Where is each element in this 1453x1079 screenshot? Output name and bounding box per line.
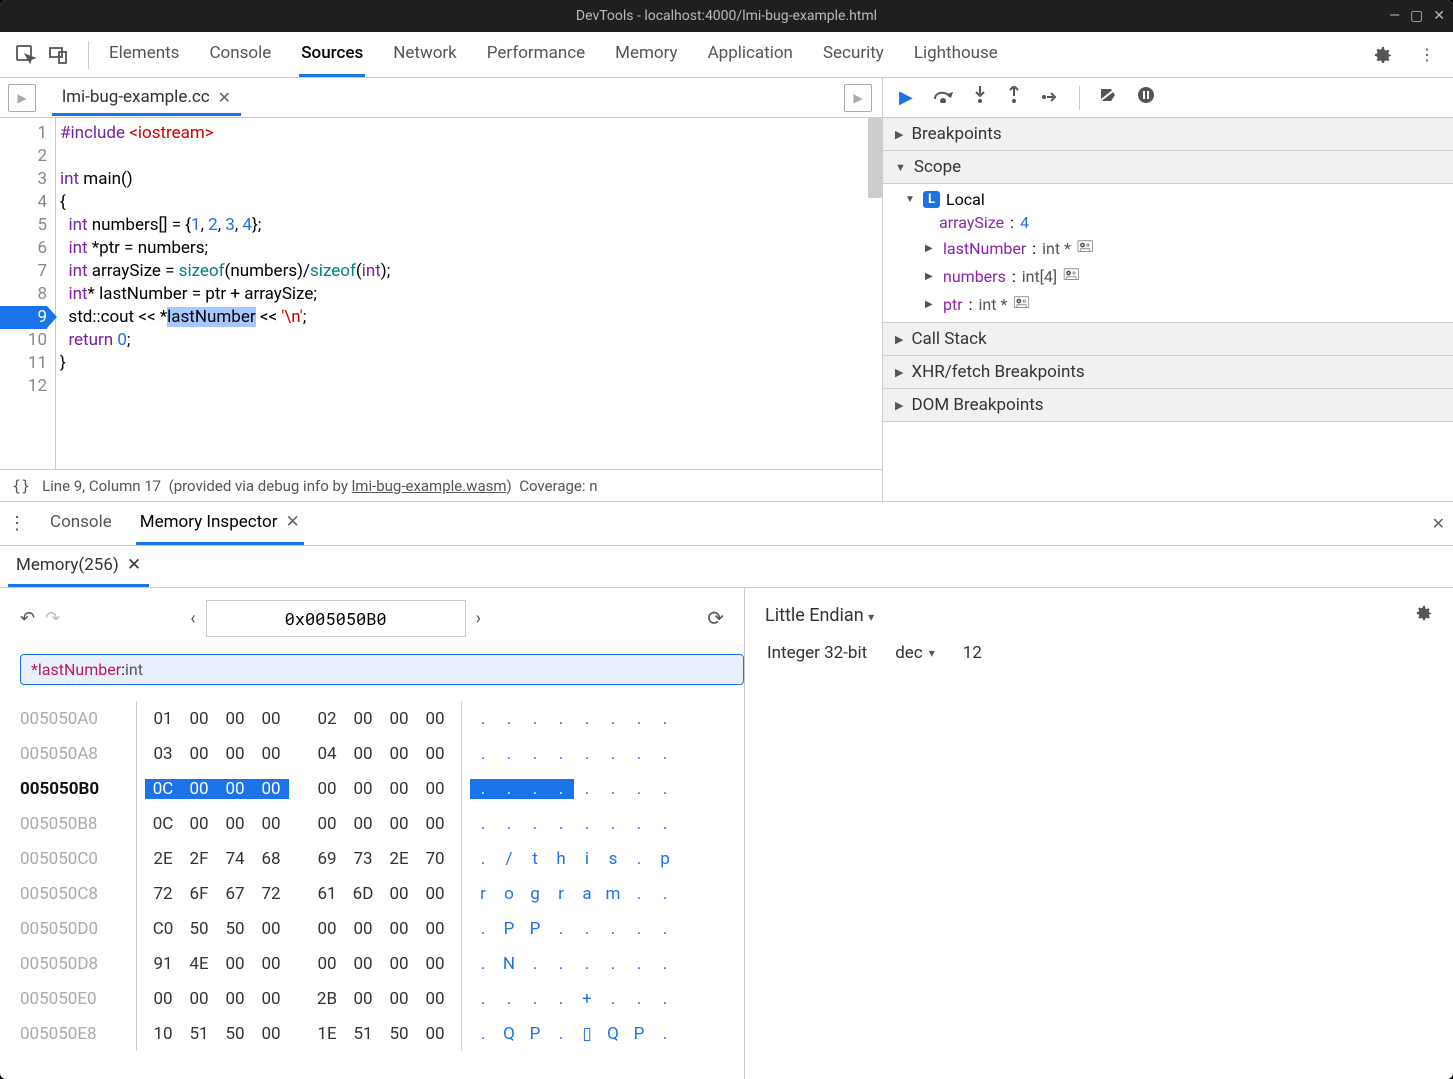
titlebar: DevTools - localhost:4000/lmi-bug-exampl…	[0, 0, 1453, 32]
drawer: ⋮ Console Memory Inspector ✕ ✕ Memory(25…	[0, 501, 1453, 1079]
close-tab-icon[interactable]: ✕	[218, 88, 231, 107]
redo-icon[interactable]: ↷	[45, 608, 60, 629]
scope-var-lastnumber[interactable]: ▶lastNumber: int *🖭	[883, 234, 1453, 262]
maximize-icon[interactable]: ▢	[1410, 8, 1423, 24]
debugger-toolbar: ▶	[883, 78, 1453, 118]
value-format-select[interactable]: dec▾	[895, 643, 935, 663]
tab-lighthouse[interactable]: Lighthouse	[912, 32, 1000, 77]
hex-row[interactable]: 005050A80300000004000000........	[20, 736, 724, 771]
pause-on-exceptions-icon[interactable]	[1138, 87, 1154, 108]
hex-row[interactable]: 005050E8105150001E515000.QP.▯QP.	[20, 1016, 724, 1051]
value-interpreter: Little Endian ▾ Integer 32-bit dec▾ 12	[745, 588, 1453, 1079]
main-tab-bar: Elements Console Sources Network Perform…	[107, 32, 1363, 77]
hex-table[interactable]: 005050A00100000002000000........005050A8…	[0, 695, 744, 1057]
reveal-in-memory-icon[interactable]: 🖭	[1013, 292, 1029, 316]
reveal-in-memory-icon[interactable]: 🖭	[1063, 264, 1079, 288]
hex-viewer: ↶ ↷ ‹ › ⟳ *lastNumber: int 005050A001000…	[0, 588, 745, 1079]
hex-row[interactable]: 005050C8726F6772616D0000rogram..	[20, 876, 724, 911]
next-page-icon[interactable]: ›	[476, 608, 481, 629]
interpreted-value: 12	[963, 643, 982, 663]
editor-status-bar: {} Line 9, Column 17 (provided via debug…	[0, 469, 882, 501]
kebab-menu-icon[interactable]: ⋮	[1415, 43, 1439, 67]
navigator-toggle-icon[interactable]: ▶	[8, 84, 36, 112]
drawer-tab-memory-inspector[interactable]: Memory Inspector ✕	[136, 502, 304, 545]
gutter[interactable]: 12345678 9101112	[0, 118, 56, 469]
dom-breakpoints-section[interactable]: ▶DOM Breakpoints	[883, 389, 1453, 422]
inspect-element-icon[interactable]	[14, 43, 38, 67]
file-tab-bar: ▶ lmi-bug-example.cc ✕ ▶	[0, 78, 882, 118]
hex-row[interactable]: 005050E0000000002B000000....+...	[20, 981, 724, 1016]
scope-var-numbers[interactable]: ▶numbers: int[4]🖭	[883, 262, 1453, 290]
vertical-scrollbar[interactable]	[868, 118, 882, 198]
resume-icon[interactable]: ▶	[899, 87, 913, 108]
drawer-tab-console[interactable]: Console	[46, 502, 116, 545]
endianness-select[interactable]: Little Endian ▾	[765, 605, 874, 626]
tab-console[interactable]: Console	[207, 32, 273, 77]
file-tab[interactable]: lmi-bug-example.cc ✕	[52, 79, 241, 116]
tab-memory[interactable]: Memory	[613, 32, 679, 77]
file-tab-label: lmi-bug-example.cc	[62, 87, 210, 107]
callstack-section[interactable]: ▶Call Stack	[883, 323, 1453, 356]
tab-security[interactable]: Security	[821, 32, 886, 77]
scope-section[interactable]: ▼Scope	[883, 151, 1453, 184]
code-editor[interactable]: 12345678 9101112 #include <iostream> int…	[0, 118, 882, 469]
tab-application[interactable]: Application	[706, 32, 795, 77]
tab-performance[interactable]: Performance	[485, 32, 587, 77]
hex-row[interactable]: 005050A00100000002000000........	[20, 701, 724, 736]
breakpoints-section[interactable]: ▶Breakpoints	[883, 118, 1453, 151]
step-out-icon[interactable]	[1007, 86, 1021, 109]
highlight-chip[interactable]: *lastNumber: int	[20, 654, 744, 685]
wasm-link[interactable]: lmi-bug-example.wasm	[352, 477, 507, 495]
debugger-panel: ▶ ▶Breakpoints ▼Scope ▼LLocal arraySize:…	[883, 78, 1453, 501]
address-input[interactable]	[206, 600, 466, 637]
reveal-in-memory-icon[interactable]: 🖭	[1077, 236, 1093, 260]
minimize-icon[interactable]: —	[1389, 8, 1400, 24]
undo-icon[interactable]: ↶	[20, 608, 35, 629]
close-icon[interactable]: ✕	[1433, 8, 1445, 24]
tab-network[interactable]: Network	[391, 32, 459, 77]
drawer-menu-icon[interactable]: ⋮	[8, 502, 26, 545]
step-into-icon[interactable]	[973, 86, 987, 109]
deactivate-breakpoints-icon[interactable]	[1100, 87, 1118, 108]
value-type-label: Integer 32-bit	[767, 643, 867, 663]
close-tab-icon[interactable]: ✕	[127, 555, 141, 575]
tab-sources[interactable]: Sources	[299, 32, 365, 77]
window-title: DevTools - localhost:4000/lmi-bug-exampl…	[576, 8, 877, 24]
tab-elements[interactable]: Elements	[107, 32, 181, 77]
run-snippet-icon[interactable]: ▶	[844, 84, 872, 112]
gear-icon[interactable]	[1371, 43, 1395, 67]
gear-icon[interactable]	[1415, 604, 1433, 627]
device-toggle-icon[interactable]	[46, 43, 70, 67]
close-drawer-icon[interactable]: ✕	[1432, 502, 1445, 545]
scope-local[interactable]: ▼LLocal	[883, 188, 1453, 211]
scope-var-ptr[interactable]: ▶ptr: int *🖭	[883, 290, 1453, 318]
xhr-breakpoints-section[interactable]: ▶XHR/fetch Breakpoints	[883, 356, 1453, 389]
hex-row[interactable]: 005050D0C050500000000000.PP.....	[20, 911, 724, 946]
hex-row[interactable]: 005050C02E2F746869732E70./this.p	[20, 841, 724, 876]
step-over-icon[interactable]	[933, 87, 953, 108]
scope-var-arraysize[interactable]: arraySize: 4	[883, 211, 1453, 234]
memory-buffer-tab[interactable]: Memory(256) ✕	[8, 546, 149, 587]
step-icon[interactable]	[1041, 87, 1059, 108]
refresh-icon[interactable]: ⟳	[707, 606, 724, 630]
hex-row[interactable]: 005050D8914E000000000000.N......	[20, 946, 724, 981]
hex-row[interactable]: 005050B80C00000000000000........	[20, 806, 724, 841]
hex-row[interactable]: 005050B00C00000000000000........	[20, 771, 724, 806]
prev-page-icon[interactable]: ‹	[190, 608, 195, 629]
close-tab-icon[interactable]: ✕	[286, 512, 300, 532]
main-toolbar: Elements Console Sources Network Perform…	[0, 32, 1453, 78]
